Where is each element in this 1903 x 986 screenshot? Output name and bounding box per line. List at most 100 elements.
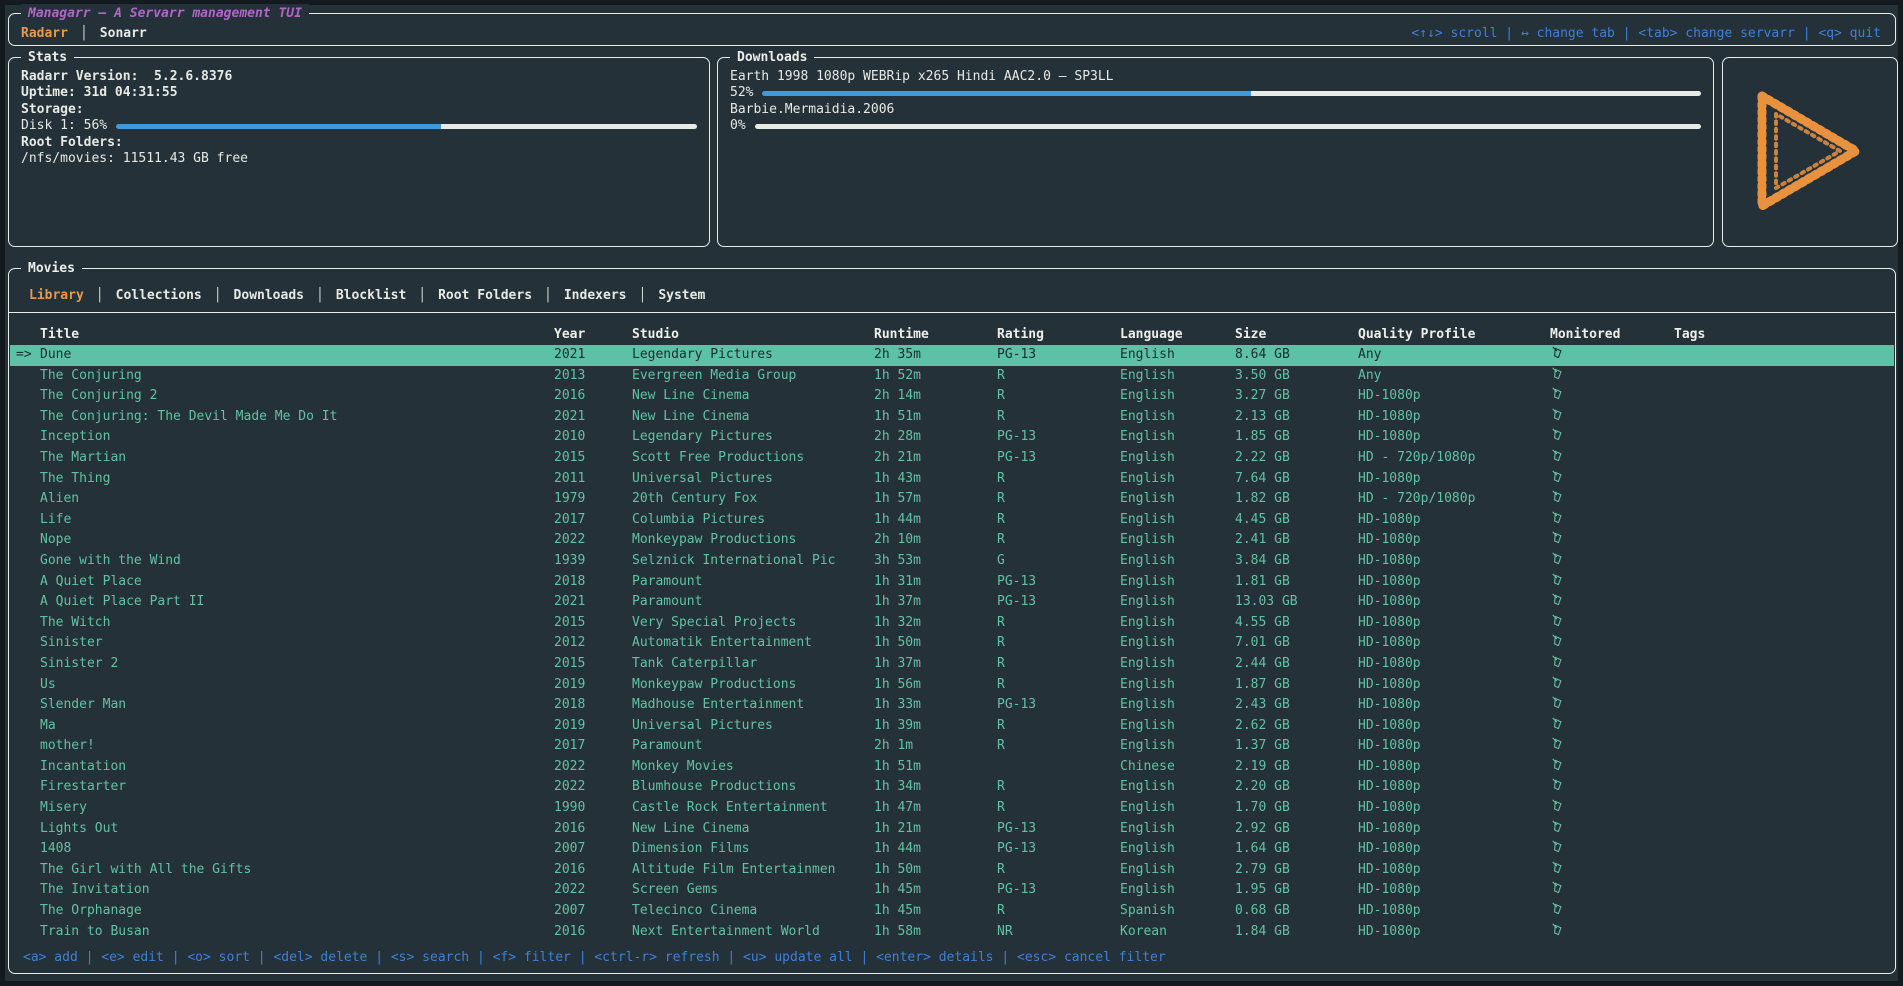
movie-rating: R (997, 798, 1120, 819)
table-row[interactable]: The Conjuring 2 2016 New Line Cinema 2h … (10, 386, 1894, 407)
movie-studio: New Line Cinema (632, 386, 874, 407)
movie-title: The Invitation (40, 880, 554, 901)
table-row[interactable]: Train to Busan 2016 Next Entertainment W… (10, 922, 1894, 943)
movie-size: 2.22 GB (1235, 448, 1358, 469)
movie-rating: R (997, 675, 1120, 696)
tag-icon (1550, 923, 1564, 937)
movies-tab[interactable]: │Blocklist (304, 288, 406, 303)
table-row[interactable]: mother! 2017 Paramount 2h 1m R English 1… (10, 736, 1894, 757)
table-row[interactable]: Firestarter 2022 Blumhouse Productions 1… (10, 777, 1894, 798)
movie-size: 2.79 GB (1235, 860, 1358, 881)
download-name: Earth 1998 1080p WEBRip x265 Hindi AAC2.… (730, 69, 1701, 85)
table-row[interactable]: Lights Out 2016 New Line Cinema 1h 21m P… (10, 819, 1894, 840)
movie-title: The Conjuring: The Devil Made Me Do It (40, 407, 554, 428)
table-row[interactable]: The Girl with All the Gifts 2016 Altitud… (10, 860, 1894, 881)
movie-studio: Screen Gems (632, 880, 874, 901)
movies-tab[interactable]: │Downloads (202, 288, 304, 303)
table-row[interactable]: Alien 1979 20th Century Fox 1h 57m R Eng… (10, 489, 1894, 510)
movie-language: English (1120, 407, 1235, 428)
table-row[interactable]: Life 2017 Columbia Pictures 1h 44m R Eng… (10, 510, 1894, 531)
radarr-version: Radarr Version: 5.2.6.8376 (21, 69, 697, 85)
table-row[interactable]: A Quiet Place Part II 2021 Paramount 1h … (10, 592, 1894, 613)
table-row[interactable]: Us 2019 Monkeypaw Productions 1h 56m R E… (10, 675, 1894, 696)
movie-runtime: 1h 58m (874, 922, 997, 943)
movie-studio: Tank Caterpillar (632, 654, 874, 675)
movie-runtime: 1h 37m (874, 654, 997, 675)
tag-icon (1550, 552, 1564, 566)
movie-title: Gone with the Wind (40, 551, 554, 572)
movie-size: 2.13 GB (1235, 407, 1358, 428)
storage-label: Storage: (21, 102, 697, 118)
movie-monitored (1550, 922, 1674, 943)
movies-table: => Dune 2021 Legendary Pictures 2h 35m P… (10, 345, 1894, 942)
movie-quality-profile: HD-1080p (1358, 530, 1550, 551)
table-row[interactable]: Nope 2022 Monkeypaw Productions 2h 10m R… (10, 530, 1894, 551)
table-row[interactable]: A Quiet Place 2018 Paramount 1h 31m PG-1… (10, 572, 1894, 593)
footer-keybindings: <a> add | <e> edit | <o> sort | <del> de… (23, 948, 1166, 968)
table-row[interactable]: => Dune 2021 Legendary Pictures 2h 35m P… (10, 345, 1894, 366)
table-row[interactable]: The Conjuring: The Devil Made Me Do It 2… (10, 407, 1894, 428)
table-row[interactable]: The Orphanage 2007 Telecinco Cinema 1h 4… (10, 901, 1894, 922)
movie-title: A Quiet Place Part II (40, 592, 554, 613)
table-row[interactable]: Sinister 2012 Automatik Entertainment 1h… (10, 633, 1894, 654)
movie-runtime: 1h 37m (874, 592, 997, 613)
table-row[interactable]: Inception 2010 Legendary Pictures 2h 28m… (10, 427, 1894, 448)
movies-tab[interactable]: │Root Folders (406, 288, 532, 303)
table-row[interactable]: Sinister 2 2015 Tank Caterpillar 1h 37m … (10, 654, 1894, 675)
movie-rating: R (997, 901, 1120, 922)
movie-language: English (1120, 345, 1235, 366)
tag-icon (1550, 902, 1564, 916)
table-row[interactable]: Incantation 2022 Monkey Movies 1h 51m Ch… (10, 757, 1894, 778)
tag-icon (1550, 531, 1564, 545)
table-row[interactable]: The Witch 2015 Very Special Projects 1h … (10, 613, 1894, 634)
servarr-tab[interactable]: │Radarr (21, 26, 68, 41)
root-folder-free: /nfs/movies: 11511.43 GB free (21, 151, 697, 167)
table-row[interactable]: The Invitation 2022 Screen Gems 1h 45m P… (10, 880, 1894, 901)
movie-quality-profile: HD-1080p (1358, 819, 1550, 840)
table-row[interactable]: The Thing 2011 Universal Pictures 1h 43m… (10, 469, 1894, 490)
movies-tab[interactable]: │System (626, 288, 705, 303)
movie-monitored (1550, 798, 1674, 819)
movie-title: Alien (40, 489, 554, 510)
stats-panel: Stats Radarr Version: 5.2.6.8376 Uptime:… (8, 57, 710, 247)
movie-runtime: 2h 21m (874, 448, 997, 469)
table-row[interactable]: The Martian 2015 Scott Free Productions … (10, 448, 1894, 469)
movie-studio: Legendary Pictures (632, 345, 874, 366)
movie-studio: Telecinco Cinema (632, 901, 874, 922)
movies-panel: Movies │Library │Collections │Downloads … (8, 268, 1896, 974)
movie-studio: Scott Free Productions (632, 448, 874, 469)
movie-quality-profile: HD-1080p (1358, 386, 1550, 407)
movie-studio: Monkeypaw Productions (632, 675, 874, 696)
tag-icon (1550, 881, 1564, 895)
table-row[interactable]: Slender Man 2018 Madhouse Entertainment … (10, 695, 1894, 716)
movie-quality-profile: HD-1080p (1358, 510, 1550, 531)
tag-icon (1550, 593, 1564, 607)
table-row[interactable]: The Conjuring 2013 Evergreen Media Group… (10, 366, 1894, 387)
movie-language: Spanish (1120, 901, 1235, 922)
movie-title: Ma (40, 716, 554, 737)
servarr-tab[interactable]: │Sonarr (68, 26, 147, 41)
movie-monitored (1550, 695, 1674, 716)
movie-monitored (1550, 530, 1674, 551)
table-row[interactable]: 1408 2007 Dimension Films 1h 44m PG-13 E… (10, 839, 1894, 860)
download-percent: 52% (730, 85, 753, 101)
col-studio: Studio (632, 327, 874, 342)
movies-tab[interactable]: │Library (29, 288, 84, 303)
top-keybindings: <↑↓> scroll | ↔ change tab | <tab> chang… (1411, 26, 1881, 41)
movie-runtime: 1h 44m (874, 839, 997, 860)
table-row[interactable]: Misery 1990 Castle Rock Entertainment 1h… (10, 798, 1894, 819)
movies-tab[interactable]: │Indexers (532, 288, 626, 303)
movie-size: 1.87 GB (1235, 675, 1358, 696)
movie-rating: R (997, 736, 1120, 757)
movie-runtime: 1h 56m (874, 675, 997, 696)
movie-studio: New Line Cinema (632, 819, 874, 840)
movie-rating: PG-13 (997, 819, 1120, 840)
movie-rating: NR (997, 922, 1120, 943)
table-row[interactable]: Ma 2019 Universal Pictures 1h 39m R Engl… (10, 716, 1894, 737)
movies-tab[interactable]: │Collections (84, 288, 202, 303)
movie-language: English (1120, 613, 1235, 634)
table-row[interactable]: Gone with the Wind 1939 Selznick Interna… (10, 551, 1894, 572)
movie-language: English (1120, 633, 1235, 654)
movie-year: 2016 (554, 922, 632, 943)
movie-title: Inception (40, 427, 554, 448)
